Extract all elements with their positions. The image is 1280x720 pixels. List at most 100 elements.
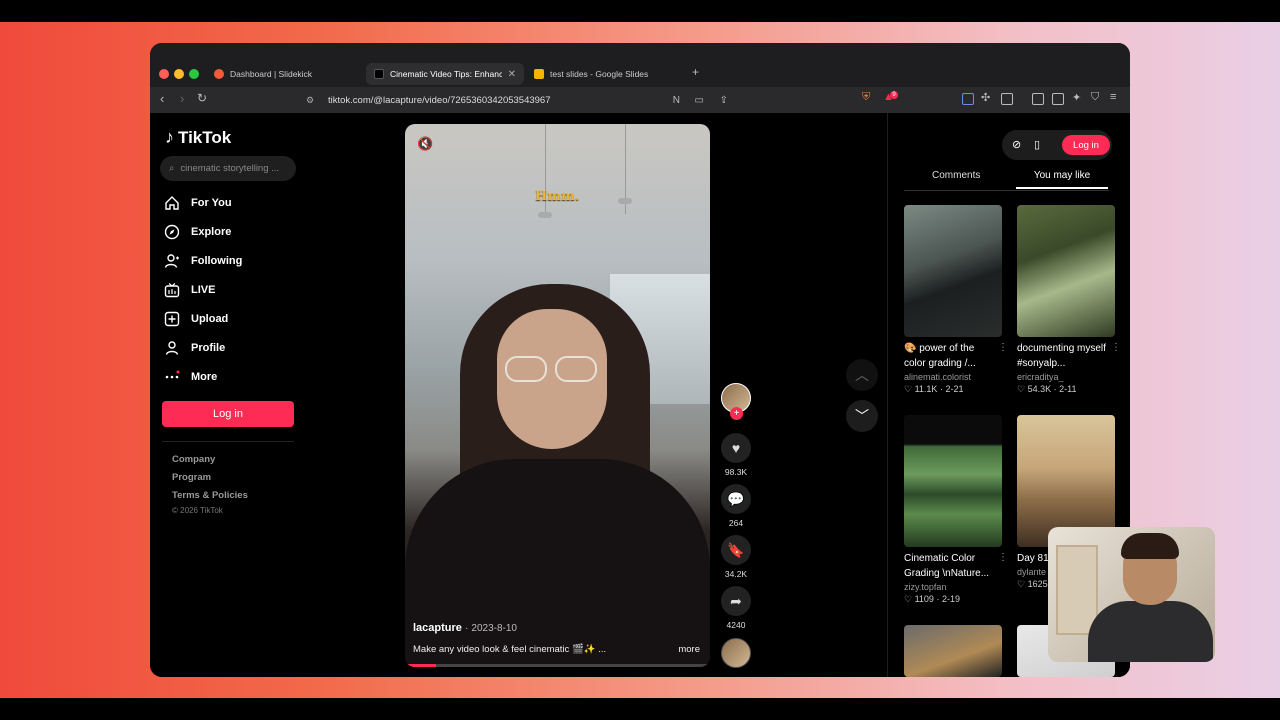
webcam-person-hair [1121, 533, 1179, 559]
card-thumbnail[interactable] [1017, 205, 1115, 337]
recommended-card[interactable] [904, 625, 1002, 677]
close-window-button[interactable] [159, 69, 169, 79]
desktop-background: Dashboard | Slidekick Cinematic Video Ti… [0, 0, 1280, 720]
card-user[interactable]: alinemati.colorist [904, 372, 1002, 382]
nav-upload[interactable]: Upload [164, 308, 284, 330]
login-button[interactable]: Log in [162, 401, 294, 427]
maximize-window-button[interactable] [189, 69, 199, 79]
follow-plus-icon[interactable]: + [730, 407, 743, 420]
share-arrow-icon[interactable]: ➦ [721, 586, 751, 616]
vpn-icon[interactable]: ⛉ [1091, 91, 1099, 104]
footer-company-link[interactable]: Company [172, 454, 215, 465]
like-action[interactable]: ♥ 98.3K [720, 433, 752, 477]
nav-label: For You [191, 197, 232, 209]
recommended-card[interactable]: 🎨 power of the color grading /... alinem… [904, 205, 1008, 395]
device-icon[interactable]: ▯ [1034, 138, 1040, 151]
reload-icon[interactable]: ↻ [197, 91, 207, 105]
nav-following[interactable]: Following [164, 250, 284, 272]
forward-icon[interactable]: › [180, 91, 184, 106]
right-login-button[interactable]: Log in [1062, 135, 1110, 155]
card-thumbnail[interactable] [904, 415, 1002, 547]
nav-live[interactable]: LIVE [164, 279, 284, 301]
new-tab-button[interactable]: + [692, 65, 699, 79]
mute-icon[interactable]: 🔇 [417, 136, 433, 152]
nav-more[interactable]: More [164, 366, 284, 388]
chevron-up-icon: ︿ [855, 367, 869, 383]
nav-for-you[interactable]: For You [164, 192, 284, 214]
webcam-person-body [1088, 601, 1213, 662]
webcam-overlay [1048, 527, 1215, 662]
sidebar-divider [162, 441, 294, 442]
video-progress-bar[interactable] [405, 664, 710, 667]
tab-divider [904, 190, 1109, 191]
tab-comments[interactable]: Comments [932, 170, 980, 187]
extension-icon[interactable] [962, 93, 974, 105]
nav-explore[interactable]: Explore [164, 221, 284, 243]
bookmark-save-icon[interactable]: 🔖 [721, 535, 751, 565]
navigation-bar: ‹ › ↻ ⛉ ⚙ tiktok.com/@lacapture/video/72… [150, 87, 1130, 113]
minimize-window-button[interactable] [174, 69, 184, 79]
compass-icon[interactable]: ⊘ [1012, 138, 1021, 151]
heart-outline-icon: ♡ [1017, 579, 1028, 589]
sound-avatar[interactable] [721, 638, 751, 668]
reader-icon[interactable]: N [673, 95, 680, 106]
tab-tiktok[interactable]: Cinematic Video Tips: Enhance ✕ [366, 63, 524, 85]
close-tab-icon[interactable]: ✕ [508, 69, 516, 80]
brave-shield-icon[interactable]: ⛨ [862, 91, 870, 104]
video-username[interactable]: lacapture [413, 622, 462, 634]
recommended-card[interactable]: documenting myself #sonyalp... ericradit… [1017, 205, 1121, 395]
more-link[interactable]: more [678, 644, 700, 655]
save-action[interactable]: 🔖 34.2K [720, 535, 752, 579]
screenshot-icon[interactable] [1001, 93, 1013, 105]
card-menu-icon[interactable]: ⋮ [1111, 342, 1121, 353]
meta-separator: · [464, 623, 469, 634]
tab-you-may-like[interactable]: You may like [1016, 170, 1108, 189]
address-bar[interactable]: ⚙ tiktok.com/@lacapture/video/7265360342… [298, 89, 828, 111]
tab-label: test slides - Google Slides [550, 69, 649, 79]
video-player[interactable]: Hmm. 🔇 lacapture · 2023-8-10 Make any vi… [405, 124, 710, 667]
cast-icon[interactable]: ▭ [695, 95, 704, 106]
like-count: 98.3K [724, 467, 748, 477]
site-settings-icon[interactable]: ⚙ [306, 95, 314, 106]
nav-profile[interactable]: Profile [164, 337, 284, 359]
footer-copyright: © 2026 TikTok [172, 506, 223, 515]
share-count: 4240 [726, 620, 746, 630]
login-label: Log in [213, 408, 243, 420]
profile-icon [165, 341, 179, 355]
tab-slidekick[interactable]: Dashboard | Slidekick [206, 63, 366, 85]
tab-google-slides[interactable]: test slides - Google Slides [526, 63, 686, 85]
recommended-card[interactable]: Cinematic Color Grading \nNature... zizy… [904, 415, 1008, 605]
share-action[interactable]: ➦ 4240 [720, 586, 752, 630]
leo-ai-icon[interactable]: ✦ [1072, 91, 1081, 104]
card-likes: 11.1K [914, 384, 938, 394]
heart-outline-icon: ♡ [904, 594, 915, 604]
sidebar-toggle-icon[interactable] [1032, 93, 1044, 105]
tiktok-logo[interactable]: ♪ TikTok [165, 127, 231, 148]
search-placeholder: cinematic storytelling ... [180, 163, 280, 174]
back-icon[interactable]: ‹ [160, 91, 164, 106]
comment-icon[interactable]: 💬 [721, 484, 751, 514]
menu-icon[interactable]: ≡ [1110, 91, 1116, 103]
card-title: Cinematic Color Grading \nNature... [904, 553, 990, 579]
footer-terms-link[interactable]: Terms & Policies [172, 490, 248, 501]
card-thumbnail[interactable] [904, 205, 1002, 337]
heart-icon[interactable]: ♥ [721, 433, 751, 463]
search-input[interactable]: ⌕ cinematic storytelling ... [160, 156, 296, 181]
puzzle-extensions-icon[interactable]: ✣ [981, 91, 990, 104]
tab-label: Dashboard | Slidekick [230, 69, 313, 79]
person-torso [405, 459, 710, 667]
card-thumbnail[interactable] [904, 625, 1002, 677]
footer-program-link[interactable]: Program [172, 472, 211, 483]
card-menu-icon[interactable]: ⋮ [998, 342, 1008, 353]
comment-action[interactable]: 💬 264 [720, 484, 752, 528]
card-user[interactable]: zizy.topfan [904, 582, 1002, 592]
wallet-icon[interactable] [1052, 93, 1064, 105]
card-user[interactable]: ericraditya_ [1017, 372, 1115, 382]
previous-video-button[interactable]: ︿ [846, 359, 878, 391]
live-icon [164, 283, 180, 298]
top-letterbox [0, 0, 1280, 22]
card-menu-icon[interactable]: ⋮ [998, 552, 1008, 563]
share-icon[interactable]: ⇪ [720, 95, 728, 106]
rewards-badge: 9 [890, 91, 898, 99]
next-video-button[interactable]: ﹀ [846, 400, 878, 432]
